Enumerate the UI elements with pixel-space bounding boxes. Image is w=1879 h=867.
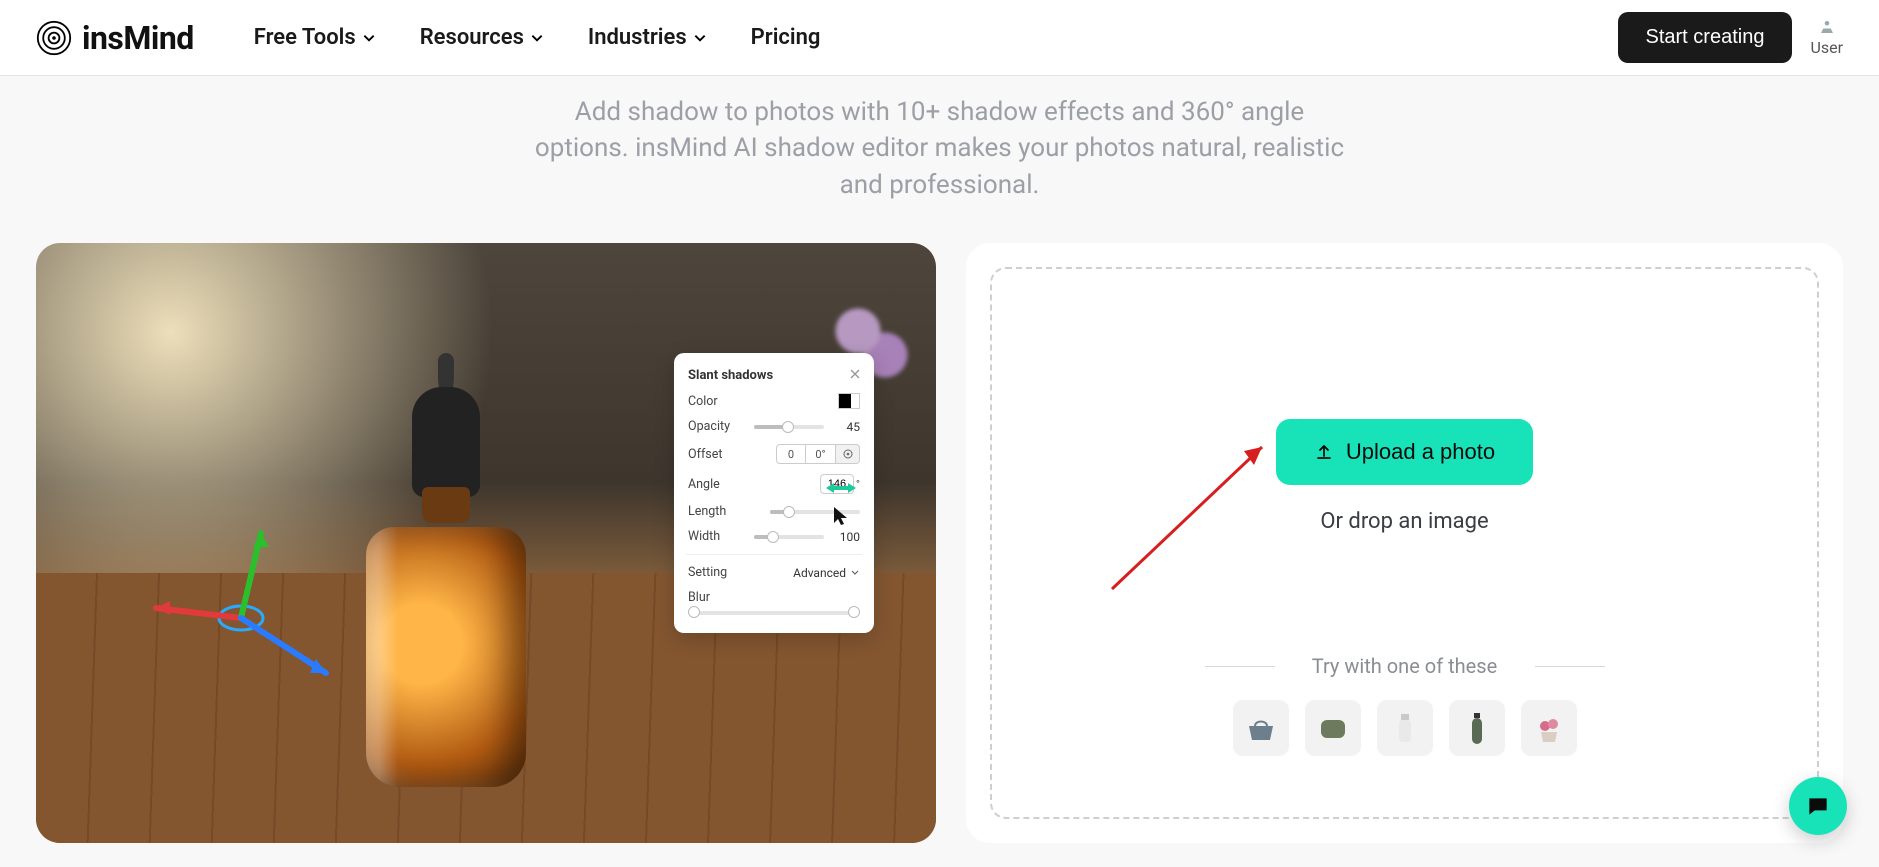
nav-industries-label: Industries <box>588 25 687 50</box>
panel-close-button[interactable] <box>850 367 860 383</box>
hero-subtitle: Add shadow to photos with 10+ shadow eff… <box>530 94 1350 203</box>
label-setting: Setting <box>688 565 727 580</box>
label-offset: Offset <box>688 447 722 462</box>
try-samples-label: Try with one of these <box>992 654 1817 678</box>
sample-lunchbox[interactable] <box>1305 700 1361 756</box>
user-icon <box>1818 18 1836 36</box>
site-header: insMind Free Tools Resources Industries … <box>0 0 1879 76</box>
nav-free-tools[interactable]: Free Tools <box>254 25 376 50</box>
user-menu[interactable]: User <box>1810 18 1843 57</box>
close-icon <box>850 369 860 379</box>
brand-mark-icon <box>36 20 72 56</box>
target-icon <box>842 448 854 460</box>
opacity-value: 45 <box>832 420 860 434</box>
nav-pricing[interactable]: Pricing <box>751 25 821 50</box>
setting-mode-dropdown[interactable]: Advanced <box>793 566 860 580</box>
offset-target-button[interactable] <box>836 444 860 464</box>
setting-mode-value: Advanced <box>793 566 846 580</box>
sample-lotion[interactable] <box>1377 700 1433 756</box>
upload-photo-button[interactable]: Upload a photo <box>1276 419 1533 485</box>
start-creating-button[interactable]: Start creating <box>1618 12 1793 63</box>
upload-card: Upload a photo Or drop an image Try with… <box>966 243 1843 843</box>
blur-slider[interactable] <box>688 611 860 615</box>
label-length: Length <box>688 504 726 519</box>
label-width: Width <box>688 529 720 544</box>
shadow-settings-panel: Slant shadows Color Opacity 45 <box>674 353 874 633</box>
label-color: Color <box>688 394 718 409</box>
chevron-down-icon <box>530 31 544 45</box>
sample-row <box>1233 700 1577 756</box>
label-angle: Angle <box>688 477 720 492</box>
main-content: Slant shadows Color Opacity 45 <box>0 203 1879 863</box>
chat-support-button[interactable] <box>1789 777 1847 835</box>
label-opacity: Opacity <box>688 419 730 434</box>
color-swatch[interactable] <box>838 393 860 409</box>
width-slider[interactable] <box>754 535 824 539</box>
product-bottle <box>346 387 546 787</box>
lunchbox-icon <box>1313 708 1353 748</box>
nav-free-tools-label: Free Tools <box>254 25 356 50</box>
sample-plant[interactable] <box>1521 700 1577 756</box>
panel-title: Slant shadows <box>688 368 773 383</box>
upload-icon <box>1314 442 1334 462</box>
chat-icon <box>1805 793 1831 819</box>
nav-resources-label: Resources <box>420 25 524 50</box>
primary-nav: Free Tools Resources Industries Pricing <box>254 25 821 50</box>
offset-value[interactable]: 0 <box>776 444 806 464</box>
angle-input[interactable] <box>820 474 854 494</box>
sample-water-bottle[interactable] <box>1449 700 1505 756</box>
offset-input-group[interactable]: 0 0° <box>776 444 860 464</box>
label-blur: Blur <box>688 590 710 605</box>
lotion-bottle-icon <box>1385 708 1425 748</box>
upload-button-label: Upload a photo <box>1346 439 1495 465</box>
cursor-icon <box>832 505 850 527</box>
axes-gizmo-icon <box>136 523 346 713</box>
chevron-down-icon <box>362 31 376 45</box>
angle-unit: ° <box>856 478 860 491</box>
nav-pricing-label: Pricing <box>751 25 821 50</box>
annotation-arrow-icon <box>1102 429 1282 599</box>
nav-industries[interactable]: Industries <box>588 25 707 50</box>
brand-logo[interactable]: insMind <box>36 19 194 57</box>
preview-image: Slant shadows Color Opacity 45 <box>36 243 936 843</box>
water-bottle-icon <box>1457 708 1497 748</box>
opacity-slider[interactable] <box>754 425 824 429</box>
width-value: 100 <box>832 530 860 544</box>
dropzone[interactable]: Upload a photo Or drop an image Try with… <box>990 267 1819 819</box>
plant-pot-icon <box>1529 708 1569 748</box>
chevron-down-icon <box>850 568 860 578</box>
offset-unit[interactable]: 0° <box>806 444 836 464</box>
nav-resources[interactable]: Resources <box>420 25 544 50</box>
handbag-icon <box>1241 708 1281 748</box>
sample-handbag[interactable] <box>1233 700 1289 756</box>
or-drop-text: Or drop an image <box>1320 509 1488 534</box>
chevron-down-icon <box>693 31 707 45</box>
user-label: User <box>1810 38 1843 57</box>
brand-name: insMind <box>82 19 194 57</box>
